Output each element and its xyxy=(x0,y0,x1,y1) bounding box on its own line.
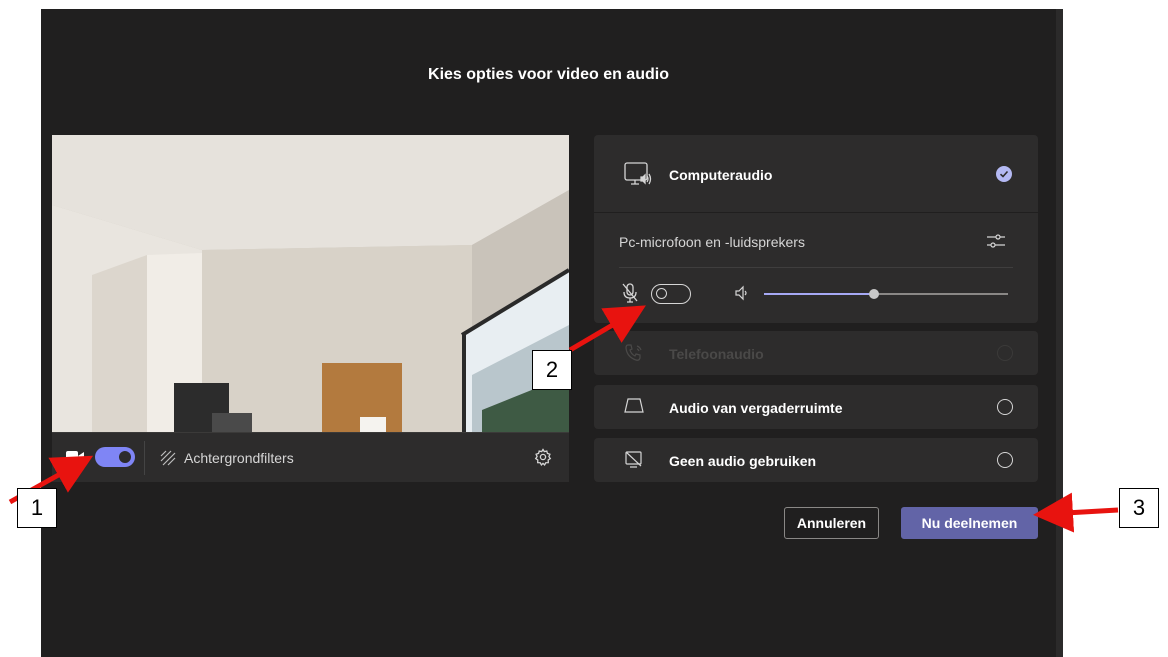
annotation-arrow-3 xyxy=(1033,492,1119,533)
annotation-callout-1: 1 xyxy=(17,488,57,528)
annotation-arrows xyxy=(8,305,1119,533)
annotation-callout-3: 3 xyxy=(1119,488,1159,528)
annotation-callout-2: 2 xyxy=(532,350,572,390)
annotation-arrow-2 xyxy=(568,305,646,353)
